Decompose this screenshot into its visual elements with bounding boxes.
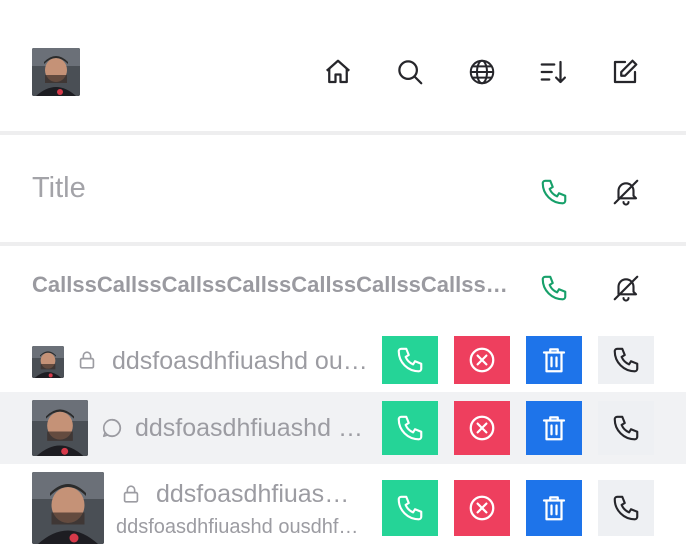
header-divider [0, 131, 686, 135]
call-action[interactable] [382, 401, 438, 455]
phone-icon[interactable] [536, 270, 572, 306]
delete-action[interactable] [526, 401, 582, 455]
decline-action[interactable] [454, 401, 510, 455]
section-title: CallssCallssCallssCallssCallssCallssCall… [32, 272, 522, 297]
call-action[interactable] [382, 480, 438, 536]
avatar [32, 346, 64, 378]
phone-action[interactable] [598, 401, 654, 455]
bell-off-icon[interactable] [608, 270, 644, 306]
phone-action[interactable] [598, 336, 654, 384]
list-item[interactable]: ddsfoasdhfiuashd ousdhfousdhfoushdfo [0, 332, 686, 390]
bell-off-icon[interactable] [608, 174, 644, 210]
lock-icon [76, 349, 98, 371]
sort-icon[interactable] [535, 54, 571, 90]
edit-icon[interactable] [607, 54, 643, 90]
chat-bubble-icon [101, 417, 123, 439]
search-icon[interactable] [392, 54, 428, 90]
list-item[interactable]: ddsfoasdhfiuashd ousdhfousdhfoushdfo dds… [0, 466, 686, 552]
home-icon[interactable] [320, 54, 356, 90]
list-item[interactable]: ddsfoasdhfiuashd ousdhfousdhfoushdfo [0, 392, 686, 464]
item-label: ddsfoasdhfiuashd ousdhfousdhfoushdfo [135, 414, 371, 442]
delete-action[interactable] [526, 480, 582, 536]
user-avatar[interactable] [32, 48, 80, 96]
phone-action[interactable] [598, 480, 654, 536]
globe-icon[interactable] [464, 54, 500, 90]
item-label: ddsfoasdhfiuashd ousdhfousdhfoushdfo [112, 347, 370, 375]
avatar [32, 400, 88, 456]
delete-action[interactable] [526, 336, 582, 384]
phone-icon[interactable] [536, 174, 572, 210]
lock-icon [120, 483, 142, 505]
call-action[interactable] [382, 336, 438, 384]
decline-action[interactable] [454, 336, 510, 384]
avatar [32, 472, 104, 544]
item-label: ddsfoasdhfiuashd ousdhfousdhfoushdfo [156, 480, 362, 508]
title-input[interactable]: Title [32, 172, 86, 205]
title-divider [0, 242, 686, 246]
decline-action[interactable] [454, 480, 510, 536]
item-subtitle: ddsfoasdhfiuashd ousdhfousdhfoushdfo [116, 516, 362, 538]
